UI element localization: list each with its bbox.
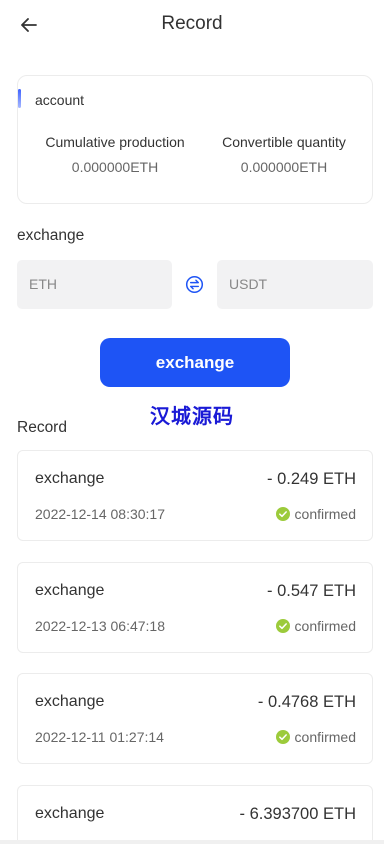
record-status: confirmed bbox=[275, 729, 356, 745]
record-time: 2022-12-11 01:27:14 bbox=[35, 729, 164, 745]
cumulative-production-value: 0.000000ETH bbox=[71, 159, 159, 175]
record-type: exchange bbox=[35, 582, 105, 599]
record-item[interactable]: exchange - 0.547 ETH 2022-12-13 06:47:18… bbox=[17, 562, 373, 653]
record-type: exchange bbox=[35, 470, 105, 487]
record-page: Record account Cumulative production 0.0… bbox=[0, 0, 384, 844]
record-time: 2022-12-14 08:30:17 bbox=[35, 506, 165, 522]
record-section-title: Record bbox=[17, 419, 67, 436]
record-status: confirmed bbox=[275, 618, 356, 634]
account-label: account bbox=[35, 92, 85, 108]
record-item[interactable]: exchange - 6.393700 ETH bbox=[17, 785, 373, 844]
record-status-label: confirmed bbox=[294, 618, 356, 634]
record-item[interactable]: exchange - 0.4768 ETH 2022-12-11 01:27:1… bbox=[17, 673, 373, 764]
check-circle-icon bbox=[275, 507, 290, 521]
bottom-divider bbox=[0, 840, 384, 844]
swap-icon[interactable] bbox=[185, 275, 204, 294]
record-status-label: confirmed bbox=[294, 729, 356, 745]
record-amount: - 6.393700 ETH bbox=[239, 805, 356, 823]
account-card: account Cumulative production 0.000000ET… bbox=[17, 75, 373, 204]
record-time: 2022-12-13 06:47:18 bbox=[35, 618, 165, 634]
record-amount: - 0.249 ETH bbox=[267, 470, 356, 488]
check-circle-icon bbox=[275, 619, 290, 633]
exchange-button[interactable]: exchange bbox=[100, 338, 290, 387]
record-status: confirmed bbox=[275, 506, 356, 522]
record-item[interactable]: exchange - 0.249 ETH 2022-12-14 08:30:17… bbox=[17, 450, 373, 541]
account-accent-bar bbox=[18, 89, 21, 108]
cumulative-production-label: Cumulative production bbox=[45, 134, 185, 150]
to-coin-field[interactable]: USDT bbox=[217, 260, 373, 309]
exchange-section-title: exchange bbox=[17, 227, 85, 244]
cumulative-production-stat: Cumulative production 0.000000ETH bbox=[26, 134, 204, 175]
record-status-label: confirmed bbox=[294, 506, 356, 522]
record-amount: - 0.4768 ETH bbox=[257, 693, 356, 711]
convertible-quantity-stat: Convertible quantity 0.000000ETH bbox=[194, 134, 374, 175]
record-amount: - 0.547 ETH bbox=[267, 582, 356, 600]
check-circle-icon bbox=[275, 730, 290, 744]
record-type: exchange bbox=[35, 693, 105, 710]
convertible-quantity-value: 0.000000ETH bbox=[240, 159, 328, 175]
page-title: Record bbox=[161, 13, 223, 34]
convertible-quantity-label: Convertible quantity bbox=[222, 134, 346, 150]
record-type: exchange bbox=[35, 805, 105, 822]
header: Record bbox=[0, 0, 384, 48]
from-coin-field[interactable]: ETH bbox=[17, 260, 172, 309]
